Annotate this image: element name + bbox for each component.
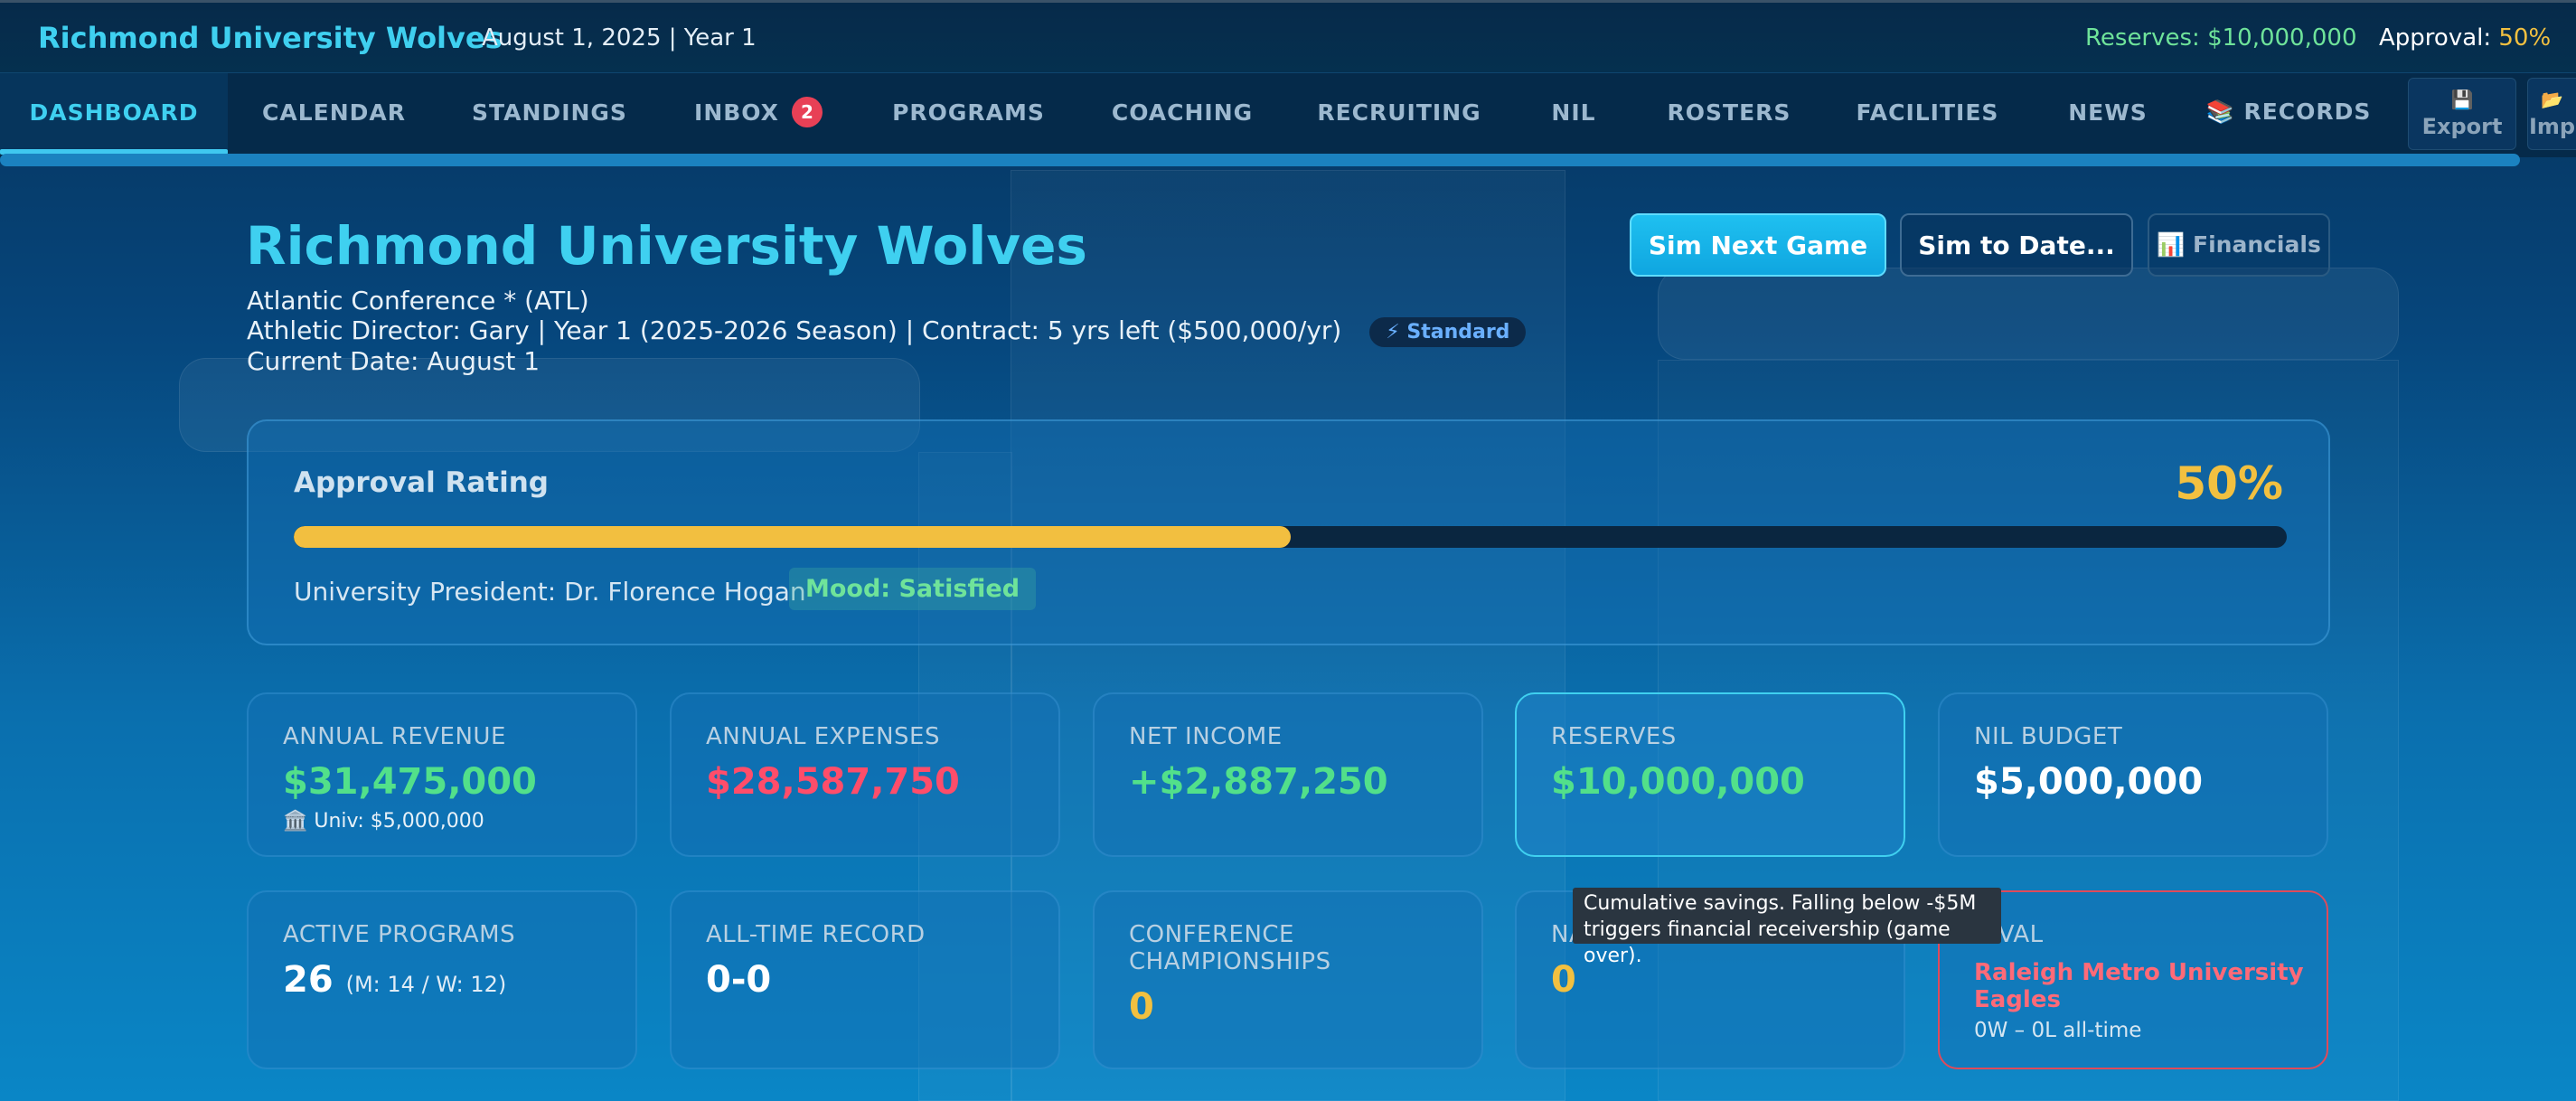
reserves-tooltip: Cumulative savings. Falling below -$5M t… [1573,888,2001,967]
net-income-card: NET INCOME +$2,887,250 [1093,692,1483,857]
difficulty-badge: ⚡ Standard [1369,316,1527,347]
conference-label: Atlantic Conference * (ATL) [247,286,589,315]
card-title: RESERVES [1551,723,1677,750]
card-title: CONFERENCE CHAMPIONSHIPS [1129,921,1331,975]
tab-nil[interactable]: NIL [1513,73,1634,151]
team-name[interactable]: Richmond University Wolves [38,21,503,55]
director-info: Athletic Director: Gary | Year 1 (2025-2… [247,315,1342,345]
page-title: Richmond University Wolves [246,215,1087,277]
tab-label: 📚 RECORDS [2205,99,2372,125]
reserves-display: Reserves: $10,000,000 [2085,24,2357,52]
tooltip-line: triggers financial receivership (game ov… [1584,918,1951,967]
tab-label: INBOX [694,99,779,126]
import-icon: 📂 [2541,89,2563,110]
date-display: August 1, 2025 | Year 1 [482,24,757,52]
card-title: NET INCOME [1129,723,1283,750]
tab-label: NEWS [2068,99,2148,126]
approval-rating-card: Approval Rating 50% University President… [247,419,2330,645]
inbox-count-badge: 2 [791,97,823,127]
tab-programs[interactable]: PROGRAMS [858,73,1079,151]
export-label: Export [2421,114,2503,139]
card-title: ACTIVE PROGRAMS [283,921,516,948]
tab-dashboard[interactable]: DASHBOARD [0,73,228,155]
card-title: NIL BUDGET [1974,723,2123,750]
tab-recruiting[interactable]: RECRUITING [1285,73,1513,151]
card-value: 0-0 [706,959,772,1001]
rival-name-line: Raleigh Metro University [1974,959,2304,986]
financials-button[interactable]: 📊 Financials [2148,213,2330,277]
tab-inbox[interactable]: INBOX 2 [659,73,858,151]
card-value: 0 [1129,986,1154,1028]
tab-label: PROGRAMS [892,99,1045,126]
card-title: ALL-TIME RECORD [706,921,926,948]
approval-rating-percent: 50% [2175,457,2283,510]
tab-coaching[interactable]: COACHING [1079,73,1285,151]
card-title-line: CONFERENCE [1129,921,1294,948]
rival-name-line: Eagles [1974,986,2061,1013]
conference-championships-card: CONFERENCE CHAMPIONSHIPS 0 [1093,890,1483,1069]
import-label: Imp [2528,114,2576,139]
import-button[interactable]: 📂 Imp [2527,78,2576,150]
approval-value: 50% [2498,24,2552,52]
mood-badge: Mood: Satisfied [789,568,1037,610]
tab-news[interactable]: NEWS [2031,73,2185,151]
card-title: ANNUAL EXPENSES [706,723,940,750]
tab-label: STANDINGS [472,99,627,126]
approval-label: Approval: [2379,24,2499,52]
director-line: Athletic Director: Gary | Year 1 (2025-2… [247,315,1527,347]
export-button[interactable]: 💾 Export [2408,78,2516,150]
programs-breakdown: (M: 14 / W: 12) [345,972,507,997]
card-value: $5,000,000 [1974,761,2204,803]
main-nav: DASHBOARD CALENDAR STANDINGS INBOX 2 PROG… [0,72,2576,157]
approval-progress-bar [294,526,2287,548]
university-funding: 🏛️ Univ: $5,000,000 [283,810,484,833]
all-time-record-card: ALL-TIME RECORD 0-0 [670,890,1060,1069]
sim-next-game-button[interactable]: Sim Next Game [1630,213,1886,277]
tab-label: NIL [1551,99,1596,126]
tab-label: ROSTERS [1667,99,1791,126]
background-panel [1658,268,2399,360]
card-value: 26 (M: 14 / W: 12) [283,959,506,1001]
current-date: Current Date: August 1 [247,346,541,376]
tab-facilities[interactable]: FACILITIES [1824,73,2031,151]
card-value: $31,475,000 [283,761,537,803]
tab-label: CALENDAR [262,99,406,126]
save-icon: 💾 [2450,89,2474,110]
card-value: 0 [1551,959,1576,1001]
card-title-line: CHAMPIONSHIPS [1129,948,1331,975]
annual-revenue-card: ANNUAL REVENUE $31,475,000 🏛️ Univ: $5,0… [247,692,637,857]
tab-label: DASHBOARD [29,99,199,126]
approval-rating-label: Approval Rating [294,466,549,499]
card-value: $28,587,750 [706,761,960,803]
sim-to-date-button[interactable]: Sim to Date... [1900,213,2133,277]
tab-label: FACILITIES [1856,99,1999,126]
nil-budget-card: NIL BUDGET $5,000,000 [1938,692,2328,857]
card-title: ANNUAL REVENUE [283,723,506,750]
annual-expenses-card: ANNUAL EXPENSES $28,587,750 [670,692,1060,857]
top-bar: Richmond University Wolves August 1, 202… [0,0,2576,72]
tab-label: RECRUITING [1317,99,1481,126]
rival-name: Raleigh Metro University Eagles [1974,959,2304,1013]
card-value: +$2,887,250 [1129,761,1388,803]
university-president: University President: Dr. Florence Hogan [294,577,806,607]
nav-scrollbar[interactable] [0,154,2520,166]
tab-records[interactable]: 📚 RECORDS [2185,73,2393,151]
approval-progress-fill [294,526,1291,548]
tab-calendar[interactable]: CALENDAR [228,73,440,151]
tab-label: COACHING [1111,99,1254,126]
reserves-card[interactable]: RESERVES $10,000,000 [1515,692,1905,857]
programs-count: 26 [283,959,334,1001]
card-value: $10,000,000 [1551,761,1805,803]
tooltip-line: Cumulative savings. Falling below -$5M [1584,892,1977,915]
tab-rosters[interactable]: ROSTERS [1634,73,1824,151]
tab-standings[interactable]: STANDINGS [440,73,659,151]
rival-record: 0W – 0L all-time [1974,1019,2142,1042]
approval-display: Approval: 50% [2379,24,2551,52]
active-programs-card: ACTIVE PROGRAMS 26 (M: 14 / W: 12) [247,890,637,1069]
